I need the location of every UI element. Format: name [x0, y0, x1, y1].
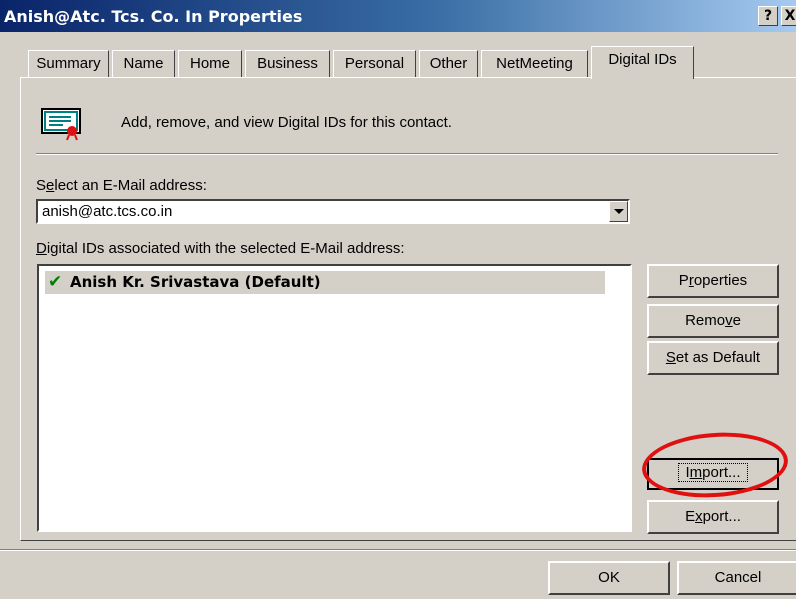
list-item-label: Anish Kr. Srivastava (Default) — [70, 273, 321, 291]
email-select-label: Select an E-Mail address: — [36, 177, 207, 194]
export-button[interactable]: Export... — [647, 500, 779, 534]
tab-digital-ids[interactable]: Digital IDs — [591, 46, 694, 79]
tab-name[interactable]: Name — [112, 50, 175, 78]
tab-summary[interactable]: Summary — [28, 50, 109, 78]
separator — [36, 153, 778, 155]
cancel-button[interactable]: Cancel — [677, 561, 796, 595]
title-bar: Anish@Atc. Tcs. Co. In Properties ? X — [0, 0, 796, 32]
tab-other[interactable]: Other — [419, 50, 478, 78]
tab-netmeeting[interactable]: NetMeeting — [481, 50, 588, 78]
bottom-separator — [0, 549, 796, 551]
remove-button[interactable]: Remove — [647, 304, 779, 338]
tab-business[interactable]: Business — [245, 50, 330, 78]
check-icon: ✔ — [48, 272, 63, 291]
chevron-down-icon[interactable] — [609, 201, 628, 222]
import-button[interactable]: Import... — [647, 458, 779, 490]
close-button[interactable]: X — [781, 6, 796, 26]
set-as-default-button[interactable]: Set as Default — [647, 341, 779, 375]
email-select[interactable]: anish@atc.tcs.co.in — [36, 199, 630, 224]
header-description: Add, remove, and view Digital IDs for th… — [121, 114, 452, 131]
digital-ids-list[interactable]: ✔ Anish Kr. Srivastava (Default) — [37, 264, 632, 532]
digital-ids-label: Digital IDs associated with the selected… — [36, 240, 405, 257]
tab-personal[interactable]: Personal — [333, 50, 416, 78]
certificate-icon — [41, 108, 81, 141]
ok-button[interactable]: OK — [548, 561, 670, 595]
window-title: Anish@Atc. Tcs. Co. In Properties — [4, 7, 303, 26]
help-button[interactable]: ? — [758, 6, 778, 26]
properties-button[interactable]: Properties — [647, 264, 779, 298]
email-select-value: anish@atc.tcs.co.in — [42, 203, 173, 220]
list-item[interactable]: ✔ Anish Kr. Srivastava (Default) — [45, 271, 605, 294]
tab-home[interactable]: Home — [178, 50, 242, 78]
